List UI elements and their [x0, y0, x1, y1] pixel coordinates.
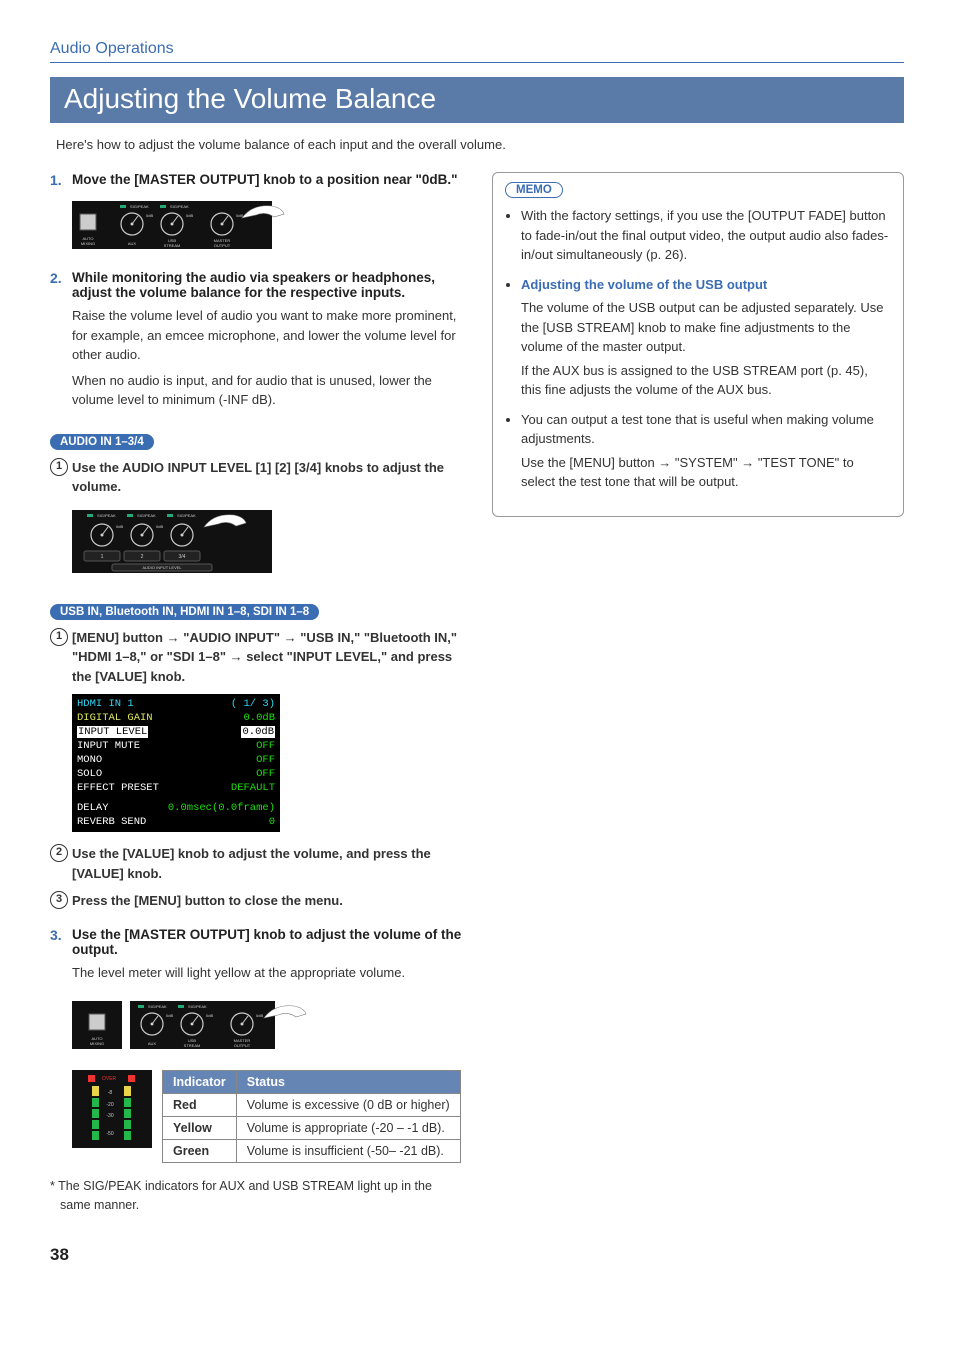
table-header-status: Status [236, 1071, 460, 1094]
arrow-icon: → [284, 628, 297, 648]
svg-text:STREAM: STREAM [184, 1043, 201, 1048]
step-2-body-1: Raise the volume level of audio you want… [72, 306, 462, 365]
svg-text:0dB: 0dB [156, 524, 163, 529]
circled-1b: 1 [50, 628, 68, 646]
step-number-2: 2. [50, 270, 72, 300]
svg-text:0dB: 0dB [186, 213, 193, 218]
step-title-3: Use the [MASTER OUTPUT] knob to adjust t… [72, 927, 462, 957]
svg-text:0dB: 0dB [256, 1013, 263, 1018]
substep-audio-in-1: Use the AUDIO INPUT LEVEL [1] [2] [3/4] … [72, 458, 462, 497]
substep-usb-3: Press the [MENU] button to close the men… [72, 891, 343, 911]
svg-text:SIG/PEAK: SIG/PEAK [137, 513, 156, 518]
panel-diagram-master-output-2: AUTO MIXING SIG/PEAK SIG/PEAK 0dB AUX 0d… [72, 996, 462, 1056]
svg-text:SIG/PEAK: SIG/PEAK [97, 513, 116, 518]
step-number-1: 1. [50, 172, 72, 188]
svg-text:AUX: AUX [128, 241, 137, 246]
svg-text:SIG/PEAK: SIG/PEAK [177, 513, 196, 518]
circled-3b: 3 [50, 891, 68, 909]
svg-text:0dB: 0dB [146, 213, 153, 218]
svg-text:SIG/PEAK: SIG/PEAK [170, 204, 189, 209]
memo-bullet-2: Adjusting the volume of the USB output T… [521, 275, 891, 400]
svg-text:SIG/PEAK: SIG/PEAK [188, 1004, 207, 1009]
svg-text:SIG/PEAK: SIG/PEAK [148, 1004, 167, 1009]
memo-box: MEMO With the factory settings, if you u… [492, 172, 904, 517]
arrow-icon: → [230, 647, 243, 667]
svg-text:2: 2 [141, 554, 144, 560]
svg-text:OUTPUT: OUTPUT [234, 1043, 251, 1048]
svg-text:OUTPUT: OUTPUT [214, 243, 231, 248]
footnote: * The SIG/PEAK indicators for AUX and US… [50, 1177, 462, 1215]
svg-text:OVER: OVER [102, 1076, 117, 1082]
table-header-indicator: Indicator [163, 1071, 237, 1094]
step-3-body-1: The level meter will light yellow at the… [72, 963, 462, 983]
svg-text:-30: -30 [106, 1113, 113, 1119]
step-title-2: While monitoring the audio via speakers … [72, 270, 462, 300]
svg-text:AUX: AUX [148, 1041, 157, 1046]
step-title-1: Move the [MASTER OUTPUT] knob to a posit… [72, 172, 458, 188]
section-label: Audio Operations [50, 40, 904, 63]
svg-text:0dB: 0dB [166, 1013, 173, 1018]
indicator-table: Indicator Status Red Volume is excessive… [162, 1070, 461, 1163]
memo-bullet-3: You can output a test tone that is usefu… [521, 410, 891, 492]
memo-bullet-1: With the factory settings, if you use th… [521, 206, 891, 265]
circled-1a: 1 [50, 458, 68, 476]
svg-text:-8: -8 [108, 1090, 113, 1096]
panel-diagram-master-output: AUTO MIXING SIG/PEAK SIG/PEAK 0dB AUX 0d… [72, 196, 462, 256]
svg-text:-20: -20 [106, 1102, 113, 1108]
svg-text:STREAM: STREAM [164, 243, 181, 248]
table-row: Red Volume is excessive (0 dB or higher) [163, 1094, 461, 1117]
table-row: Yellow Volume is appropriate (-20 – -1 d… [163, 1117, 461, 1140]
memo-label: MEMO [505, 182, 563, 198]
intro-text: Here's how to adjust the volume balance … [56, 137, 904, 152]
step-2-body-2: When no audio is input, and for audio th… [72, 371, 462, 410]
svg-text:3/4: 3/4 [179, 554, 186, 560]
arrow-icon: → [167, 628, 180, 648]
svg-text:AUDIO INPUT LEVEL: AUDIO INPUT LEVEL [142, 565, 182, 570]
svg-text:0dB: 0dB [206, 1013, 213, 1018]
page-title: Adjusting the Volume Balance [50, 77, 904, 123]
svg-text:MIXING: MIXING [81, 241, 95, 246]
svg-text:0dB: 0dB [116, 524, 123, 529]
page-number: 38 [50, 1245, 904, 1265]
arrow-icon: → [658, 453, 671, 473]
menu-screenshot: HDMI IN 1( 1/ 3) DIGITAL GAIN0.0dB INPUT… [72, 694, 280, 832]
svg-text:1: 1 [101, 554, 104, 560]
step-number-3: 3. [50, 927, 72, 957]
pill-audio-in: AUDIO IN 1–3/4 [50, 434, 154, 450]
svg-text:-50: -50 [106, 1131, 113, 1137]
substep-usb-2: Use the [VALUE] knob to adjust the volum… [72, 844, 462, 883]
table-row: Green Volume is insufficient (-50– -21 d… [163, 1140, 461, 1163]
arrow-icon: → [741, 453, 754, 473]
panel-diagram-audio-input-level: SIG/PEAK SIG/PEAK SIG/PEAK 0dB 0dB 1 [72, 505, 462, 580]
circled-2b: 2 [50, 844, 68, 862]
substep-usb-1: [MENU] button → "AUDIO INPUT" → "USB IN,… [72, 628, 462, 687]
svg-text:MIXING: MIXING [90, 1041, 104, 1046]
level-meter-diagram: OVER -8 -20 -30 -50 [72, 1070, 152, 1150]
svg-text:SIG/PEAK: SIG/PEAK [130, 204, 149, 209]
pill-usb-in: USB IN, Bluetooth IN, HDMI IN 1–8, SDI I… [50, 604, 319, 620]
